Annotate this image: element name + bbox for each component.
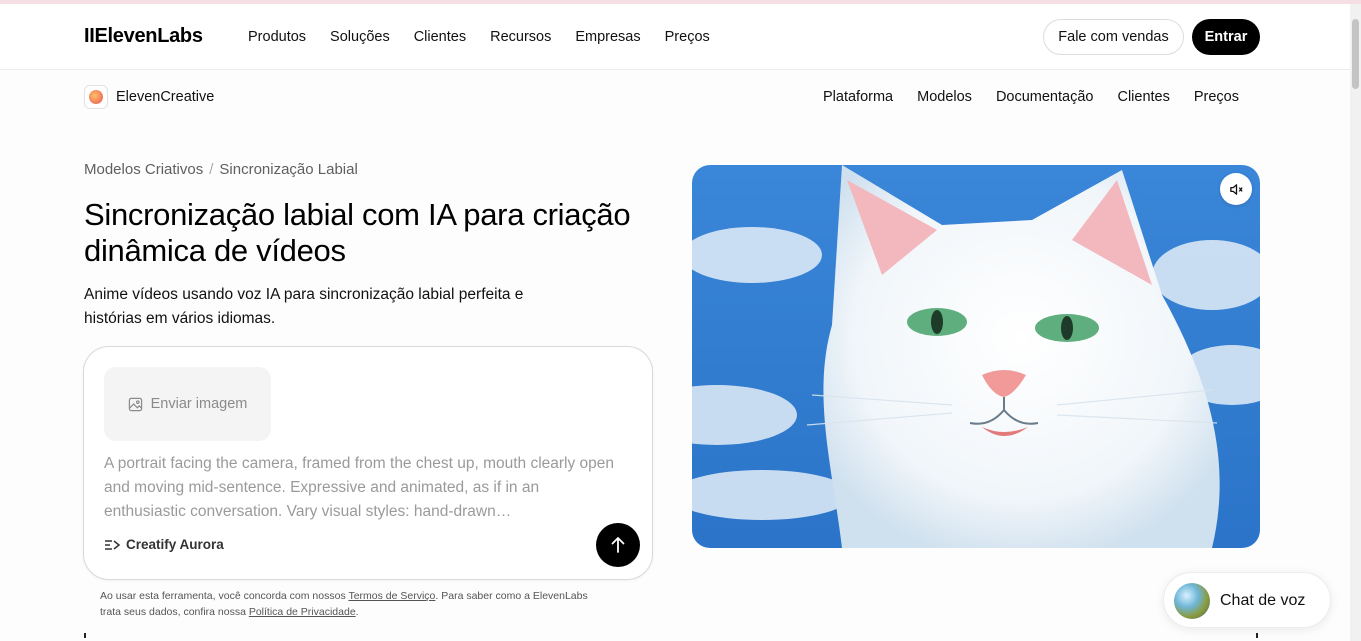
legal-text: Ao usar esta ferramenta, você concorda c…: [100, 590, 349, 602]
breadcrumb-separator: /: [209, 161, 214, 178]
upload-image-button[interactable]: Enviar imagem: [104, 367, 271, 441]
nav-item-produtos[interactable]: Produtos: [248, 29, 306, 45]
prompt-card: Enviar imagem A portrait facing the came…: [83, 346, 653, 580]
legal-text: .: [355, 606, 359, 618]
upload-image-label: Enviar imagem: [150, 396, 248, 412]
page-title: Sincronização labial com IA para criação…: [84, 197, 631, 268]
example-video[interactable]: [692, 165, 1260, 548]
content-edge-marker: [84, 633, 86, 638]
page-subtitle: Anime vídeos usando voz IA para sincroni…: [84, 286, 524, 327]
subnav-item-documentacao[interactable]: Documentação: [996, 89, 1094, 105]
prompt-textarea[interactable]: A portrait facing the camera, framed fro…: [104, 452, 618, 524]
white-cat-illustration: [692, 165, 1260, 548]
product-brand-name[interactable]: ElevenCreative: [116, 89, 214, 105]
voice-orb-icon: [1174, 583, 1210, 619]
nav-item-solucoes[interactable]: Soluções: [330, 29, 390, 45]
arrow-up-icon: [611, 537, 625, 553]
nav-item-precos[interactable]: Preços: [665, 29, 710, 45]
nav-item-clientes[interactable]: Clientes: [414, 29, 466, 45]
login-button[interactable]: Entrar: [1192, 19, 1260, 55]
content-edge-marker: [1256, 633, 1258, 638]
voice-chat-widget[interactable]: Chat de voz: [1163, 572, 1331, 628]
model-icon: [105, 539, 121, 550]
terms-of-service-link[interactable]: Termos de Serviço: [348, 590, 435, 602]
elevencreative-logo-icon[interactable]: [84, 85, 108, 109]
model-label: Creatify Aurora: [126, 537, 224, 552]
breadcrumb: Modelos Criativos / Sincronização Labial: [84, 161, 358, 178]
top-navigation: IIElevenLabs Produtos Soluções Clientes …: [0, 4, 1350, 70]
image-icon: [128, 397, 142, 411]
voice-chat-label: Chat de voz: [1220, 592, 1306, 609]
subnav-item-clientes[interactable]: Clientes: [1117, 89, 1169, 105]
contact-sales-button[interactable]: Fale com vendas: [1043, 19, 1184, 55]
privacy-policy-link[interactable]: Política de Privacidade: [249, 606, 356, 618]
page-scrollbar[interactable]: [1350, 4, 1361, 641]
mute-toggle-button[interactable]: [1220, 173, 1252, 205]
submit-button[interactable]: [596, 523, 640, 567]
elevenlabs-logo[interactable]: IIElevenLabs: [84, 25, 203, 48]
legal-notice: Ao usar esta ferramenta, você concorda c…: [100, 588, 600, 620]
product-sub-navigation: ElevenCreative Plataforma Modelos Docume…: [0, 70, 1350, 125]
breadcrumb-item-current: Sincronização Labial: [219, 161, 358, 178]
nav-item-recursos[interactable]: Recursos: [490, 29, 551, 45]
model-selector[interactable]: Creatify Aurora: [104, 537, 224, 552]
subnav-item-plataforma[interactable]: Plataforma: [823, 89, 893, 105]
subnav-item-modelos[interactable]: Modelos: [917, 89, 972, 105]
subnav-item-precos[interactable]: Preços: [1194, 89, 1239, 105]
scrollbar-thumb[interactable]: [1352, 19, 1359, 89]
sub-nav-links: Plataforma Modelos Documentação Clientes…: [823, 89, 1239, 105]
nav-item-empresas[interactable]: Empresas: [575, 29, 640, 45]
main-nav-links: Produtos Soluções Clientes Recursos Empr…: [248, 29, 710, 45]
breadcrumb-item-modelos-criativos[interactable]: Modelos Criativos: [84, 161, 203, 178]
speaker-muted-icon: [1229, 183, 1243, 195]
